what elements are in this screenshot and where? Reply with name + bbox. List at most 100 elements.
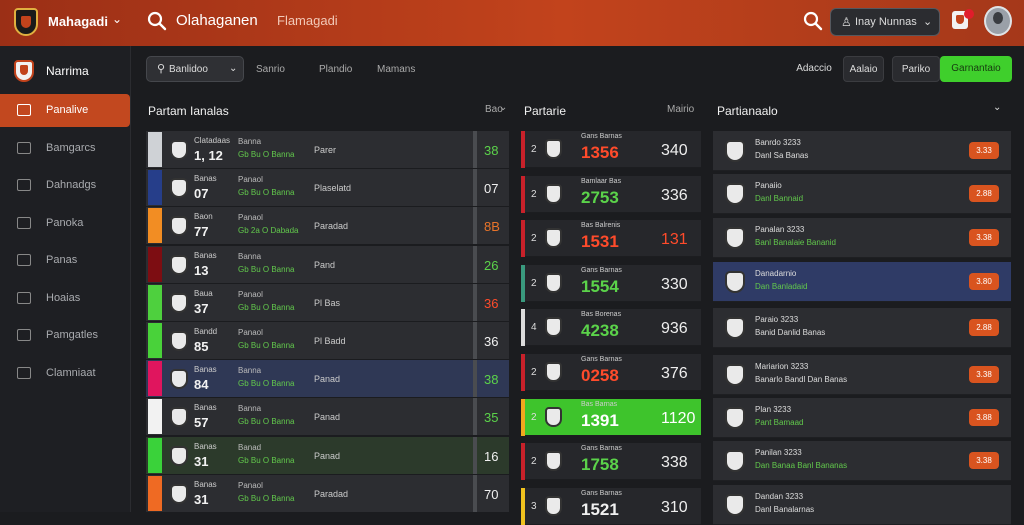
sidebar-item[interactable]: Panas — [0, 244, 130, 277]
team-name: Banas — [194, 250, 217, 260]
search-icon[interactable] — [146, 10, 168, 32]
sidebar-logo — [14, 60, 34, 82]
match-label: Banna — [238, 404, 262, 414]
account-select[interactable]: ♙ Inay Nunnas ⌄ — [830, 8, 940, 36]
toolbar-button[interactable]: Aalaio — [843, 56, 884, 82]
nav-icon — [17, 291, 31, 304]
row-name: Parer — [314, 145, 337, 155]
odds-button[interactable]: 3.88 — [969, 409, 999, 426]
middle-panel-sort[interactable]: Mairio — [667, 104, 694, 115]
table-row[interactable]: Clatadaas 1, 12 Banna Gb Bu O Banna Parer 38 — [146, 131, 509, 168]
row-value: 1391 — [581, 410, 619, 430]
row-total: 340 — [661, 142, 688, 159]
list-item[interactable]: Danadarnio Dan Banladaid 3.80 — [713, 262, 1011, 302]
list-item[interactable]: Mariarion 3233 Banarlo Bandl Dan Banas 3.3… — [713, 355, 1011, 395]
card-title: Banrdo 3233 — [755, 138, 801, 147]
list-item[interactable]: Panalan 3233 Banl Banalaie Bananid 3.38 — [713, 218, 1011, 258]
list-item[interactable]: 2 Gans Barnas 1758 338 — [521, 443, 701, 481]
toolbar-button[interactable]: Pariko — [892, 56, 940, 82]
team-crest-icon — [170, 331, 188, 351]
row-value: 1758 — [581, 455, 619, 475]
sidebar-item-label: Panoka — [46, 216, 84, 229]
list-item[interactable]: Panilan 3233 Dan Banaa Banl Bananas 3.38 — [713, 441, 1011, 481]
match-detail: Gb Bu O Banna — [238, 188, 295, 198]
list-item[interactable]: Banrdo 3233 Danl Sa Banas 3.33 — [713, 131, 1011, 171]
team-name: Baua — [194, 288, 213, 298]
chevron-down-icon[interactable]: ⌄ — [112, 12, 122, 26]
chevron-down-icon[interactable]: ⌄ — [499, 102, 507, 113]
avatar[interactable] — [984, 6, 1012, 36]
search-icon[interactable] — [802, 10, 824, 32]
table-row[interactable]: Banas 57 Banna Gb Bu O Banna Panad 35 — [146, 398, 509, 436]
table-row[interactable]: Bandd 85 Panaol Gb Bu O Banna Pl Badd 36 — [146, 322, 509, 359]
filter-tab[interactable]: Plandio — [319, 64, 352, 75]
sidebar-item-label: Bamgarcs — [46, 141, 96, 154]
list-item[interactable]: Panaiio Danl Bannaid 2.88 — [713, 174, 1011, 214]
filter-select[interactable]: ⚲ Banlidoo ⌄ — [146, 56, 244, 82]
odds-button[interactable]: 3.38 — [969, 229, 999, 246]
rank-color-bar — [521, 175, 525, 213]
nav-icon — [17, 216, 31, 229]
team-crest-icon — [170, 445, 188, 466]
team-crest-icon — [725, 407, 745, 429]
list-item[interactable]: Plan 3233 Pant Bamaad 3.88 — [713, 398, 1011, 438]
sidebar-item[interactable]: Pamgatles — [0, 319, 130, 352]
odds-button[interactable]: 3.38 — [969, 366, 999, 383]
odds-button[interactable]: 3.80 — [969, 273, 999, 290]
match-detail: Gb Bu O Banna — [238, 455, 295, 465]
table-row[interactable]: Banas 13 Banna Gb Bu O Banna Pand 26 — [146, 245, 509, 283]
primary-button[interactable]: Garnantaio — [940, 56, 1012, 82]
row-value: 2753 — [581, 187, 619, 207]
sidebar-item[interactable]: Hoaias — [0, 282, 130, 315]
row-total: 310 — [661, 498, 688, 516]
row-name: Pl Badd — [314, 336, 346, 346]
list-item[interactable]: 2 Bamlaar Bas 2753 336 — [521, 175, 701, 213]
list-item[interactable]: 2 Gans Barnas 1554 330 — [521, 264, 701, 302]
rank-color-bar — [521, 354, 525, 391]
table-row[interactable]: Baua 37 Panaol Gb Bu O Banna Pl Bas 36 — [146, 283, 509, 321]
chevron-down-icon[interactable]: ⌄ — [993, 102, 1001, 113]
sidebar-item[interactable]: Clamniaat — [0, 357, 130, 390]
team-name: Banas — [194, 365, 217, 375]
list-item[interactable]: 4 Bas Borenas 4238 936 — [521, 309, 701, 347]
sidebar-item[interactable]: Panoka — [0, 207, 130, 240]
list-item[interactable]: 3 Gans Barnas 1521 310 — [521, 487, 701, 525]
row-score: 38 — [484, 372, 499, 388]
odds-button[interactable]: 3.33 — [969, 142, 999, 159]
table-row[interactable]: Banas 31 Banad Gb Bu O Banna Panad 16 — [146, 436, 509, 474]
table-row[interactable]: Baon 77 Panaol Gb 2a O Dabada Paradad 8B — [146, 207, 509, 245]
team-name: Bandd — [194, 327, 218, 336]
brand-name[interactable]: Mahagadi — [48, 14, 108, 29]
odds-button[interactable]: 2.88 — [969, 185, 999, 202]
odds-button[interactable]: 2.88 — [969, 319, 999, 336]
list-item[interactable]: 2 Gans Barnas 1356 340 — [521, 131, 701, 168]
team-number: 1, 12 — [194, 148, 223, 163]
row-name: Plaselatd — [314, 183, 352, 194]
team-color-bar — [148, 437, 162, 473]
top-bar: Mahagadi ⌄ Olahaganen Flamagadi ♙ Inay N… — [0, 0, 1024, 46]
table-row[interactable]: Banas 84 Banna Gb Bu O Banna Panad 38 — [146, 360, 509, 398]
app-logo[interactable] — [14, 8, 38, 36]
toolbar-button[interactable]: Adaccio — [790, 56, 838, 82]
filter-tab[interactable]: Sanrio — [256, 64, 285, 75]
team-crest-icon — [545, 183, 562, 204]
odds-button[interactable]: 3.38 — [969, 452, 999, 469]
list-item[interactable]: 2 Bas Balrenis 1531 131 — [521, 220, 701, 258]
sidebar-item[interactable]: Dahnadgs — [0, 169, 130, 202]
team-color-bar — [148, 323, 162, 358]
table-row[interactable]: Banas 31 Panaol Gb Bu O Banna Paradad 70 — [146, 474, 509, 512]
team-number: 85 — [194, 339, 209, 354]
list-item[interactable]: 2 Gans Barnas 0258 376 — [521, 354, 701, 391]
list-item[interactable]: Dandan 3233 Danl Banalarnas — [713, 485, 1011, 525]
sidebar-item[interactable]: Bamgarcs — [0, 132, 130, 165]
list-item[interactable]: 2 Bas Barnas 1391 1120 — [521, 398, 701, 436]
list-item[interactable]: Paraio 3233 Banid Danlid Banas 2.88 — [713, 308, 1011, 348]
filter-tab[interactable]: Mamans — [377, 64, 415, 75]
search-input[interactable]: Olahaganen — [176, 12, 258, 29]
team-crest-icon — [545, 317, 562, 338]
table-row[interactable]: Banas 07 Panaol Gb Bu O Banna Plaselatd 07 — [146, 169, 509, 207]
row-total: 936 — [661, 320, 688, 338]
team-crest-icon — [725, 140, 745, 162]
card-title: Panilan 3233 — [755, 448, 802, 457]
sidebar-item[interactable]: Panalive — [0, 94, 130, 127]
